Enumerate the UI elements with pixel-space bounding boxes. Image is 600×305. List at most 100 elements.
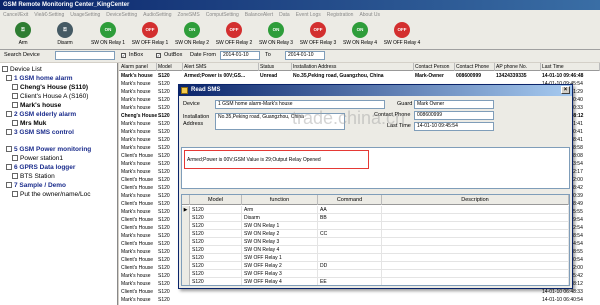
menu-item[interactable]: Vieâ€‹Setting (31, 12, 67, 18)
toolbar-button-8[interactable]: OFF SW OFF Relay 3 (298, 22, 338, 49)
tree-group[interactable]: 2 GSM elderly alarm (6, 110, 76, 119)
menu-item[interactable]: UsageSetting (67, 12, 103, 18)
menu-item[interactable]: ComputSetting (203, 12, 242, 18)
grid-column-header[interactable]: Model (157, 63, 183, 71)
grid-column-header[interactable]: Contact Phone (455, 63, 495, 71)
command-row[interactable]: S120 SW OFF Relay 3 (182, 270, 569, 278)
table-row[interactable]: Client's House S120 14-01-10 06:48:33 (119, 288, 600, 296)
tree-device[interactable]: Power station1 (12, 154, 63, 163)
tree-checkbox[interactable] (12, 191, 18, 198)
table-row[interactable]: Mark's house S120 Armed;Power is 00V;GS...… (119, 72, 600, 80)
command-cell-function: SW ON Relay 3 (242, 238, 318, 246)
grid-column-header[interactable]: AP phone No. (495, 63, 541, 71)
grid-column-header[interactable]: Alarm panel (120, 63, 157, 71)
tree-group[interactable]: 5 GSM Power monitoring (6, 145, 91, 154)
command-column-header[interactable]: Description (382, 195, 569, 205)
row-indicator (182, 246, 190, 254)
tree-checkbox[interactable] (12, 155, 18, 162)
menu-item[interactable]: Registration (324, 12, 357, 18)
command-row[interactable]: S120 SW ON Relay 3 (182, 238, 569, 246)
tree-device[interactable]: Cheng's House (S110) (12, 83, 88, 92)
command-cell-desc (382, 230, 569, 238)
toolbar-button-9[interactable]: ON SW ON Relay 4 (340, 22, 380, 49)
inbox-checkbox[interactable]: ✓ (121, 53, 126, 58)
tree-group[interactable]: 1 GSM home alarm (6, 74, 73, 83)
search-device-input[interactable] (55, 51, 115, 60)
command-row[interactable]: ▶ S120 Arm AA (182, 206, 569, 214)
grid-column-header[interactable]: Status (259, 63, 292, 71)
tree-device[interactable]: Mrs Muk (12, 119, 46, 128)
grid-column-header[interactable]: Alert SMS (183, 63, 259, 71)
menu-item[interactable]: Event Logs (293, 12, 324, 18)
tree-group[interactable]: 7 Sample / Demo (6, 181, 66, 190)
toolbar-button-6[interactable]: OFF SW OFF Relay 2 (214, 22, 254, 49)
toolbar-button-7[interactable]: ON SW ON Relay 3 (256, 22, 296, 49)
tree-group[interactable]: 6 GPRS Data logger (6, 163, 75, 172)
menu-item[interactable]: About Us (356, 12, 383, 18)
command-row[interactable]: S120 SW OFF Relay 4 EE (182, 278, 569, 285)
tree-checkbox[interactable] (6, 146, 12, 153)
grid-column-header[interactable]: Installation Address (292, 63, 414, 71)
table-cell-status (259, 288, 292, 296)
command-row[interactable]: S120 SW OFF Relay 1 (182, 254, 569, 262)
command-column-header[interactable]: function (242, 195, 318, 205)
table-cell-person (414, 288, 455, 296)
command-row[interactable]: S120 Disarm BB (182, 214, 569, 222)
tree-device[interactable]: BTS Station (12, 172, 55, 181)
tree-checkbox[interactable] (12, 102, 18, 109)
command-cell-model: S120 (190, 214, 242, 222)
command-row[interactable]: S120 SW ON Relay 1 (182, 222, 569, 230)
date-from-input[interactable]: 2014-01-10 (220, 51, 260, 60)
grid-column-header[interactable]: Last Time (541, 63, 600, 71)
toolbar-button-4[interactable]: OFF SW OFF Relay 1 (130, 22, 170, 49)
tree-root[interactable]: Device List (2, 65, 42, 74)
tree-checkbox[interactable] (12, 84, 18, 91)
tree-checkbox[interactable] (2, 66, 8, 73)
command-row[interactable]: S120 SW OFF Relay 2 DD (182, 262, 569, 270)
menu-item[interactable]: DeviceSetting (103, 12, 140, 18)
menu-item[interactable]: ZoneSMS (174, 12, 202, 18)
toolbar-button-1[interactable]: ⚿ Arm (4, 22, 42, 49)
command-row[interactable]: S120 SW ON Relay 4 (182, 246, 569, 254)
sms-message-box[interactable]: Armed;Power is 00V;GSM Value is 29;Outpu… (181, 147, 570, 189)
menu-item[interactable]: Data (276, 12, 293, 18)
tree-device[interactable]: Put the owner/name/Loc (12, 190, 90, 199)
tree-checkbox[interactable] (6, 75, 12, 82)
table-cell-addr: No.35,Peking road, Guangzhou, China (293, 73, 384, 79)
command-column-header[interactable]: Model (190, 195, 242, 205)
close-button[interactable]: × (561, 86, 570, 94)
tree-checkbox[interactable] (12, 120, 18, 127)
date-to-input[interactable]: 2014-01-10 (285, 51, 325, 60)
toolbar-button-10[interactable]: OFF SW OFF Relay 4 (382, 22, 422, 49)
toolbar-button-label: SW OFF Relay 4 (383, 40, 421, 46)
outbox-checkbox[interactable]: ✓ (156, 53, 161, 58)
tree-checkbox[interactable] (12, 93, 18, 100)
last-time-field[interactable]: 14-01-10 09:45:54 (414, 122, 494, 131)
tree-checkbox[interactable] (6, 182, 12, 189)
menu-item[interactable]: Cancel/Exit (0, 12, 31, 18)
contact-phone-field[interactable]: 008600999 (414, 111, 494, 120)
menu-item[interactable]: BalanceAlert (242, 12, 276, 18)
toolbar-button-5[interactable]: ON SW ON Relay 2 (172, 22, 212, 49)
command-column-header[interactable]: Command (318, 195, 382, 205)
device-label: Device (183, 101, 200, 107)
arm-icon: ⚿ (15, 22, 31, 38)
command-cell-command: AA (318, 206, 382, 214)
toolbar-button-2[interactable]: ⚿ Disarm (46, 22, 84, 49)
tree-group[interactable]: 3 GSM SMS control (6, 128, 74, 137)
tree-checkbox[interactable] (6, 111, 12, 118)
toolbar-button-3[interactable]: ON SW ON Relay 1 (88, 22, 128, 49)
tree-device[interactable]: Client's House A (S160) (12, 92, 88, 101)
tree-checkbox[interactable] (6, 164, 12, 171)
tree-device[interactable]: Mark's house (12, 101, 61, 110)
command-row[interactable]: S120 SW ON Relay 2 CC (182, 230, 569, 238)
command-cell-function: Disarm (242, 214, 318, 222)
tree-checkbox[interactable] (6, 129, 12, 136)
menu-item[interactable]: AudioSetting (140, 12, 174, 18)
grid-column-header[interactable]: Contact Person (414, 63, 455, 71)
table-row[interactable]: Mark's house S120 14-01-10 06:40:54 (119, 296, 600, 304)
tree-checkbox[interactable] (12, 173, 18, 180)
table-cell-panel: Client's House (121, 225, 154, 231)
guard-field[interactable]: Mark Owner (414, 100, 494, 109)
command-table-header: Model function Command Description (182, 195, 569, 205)
